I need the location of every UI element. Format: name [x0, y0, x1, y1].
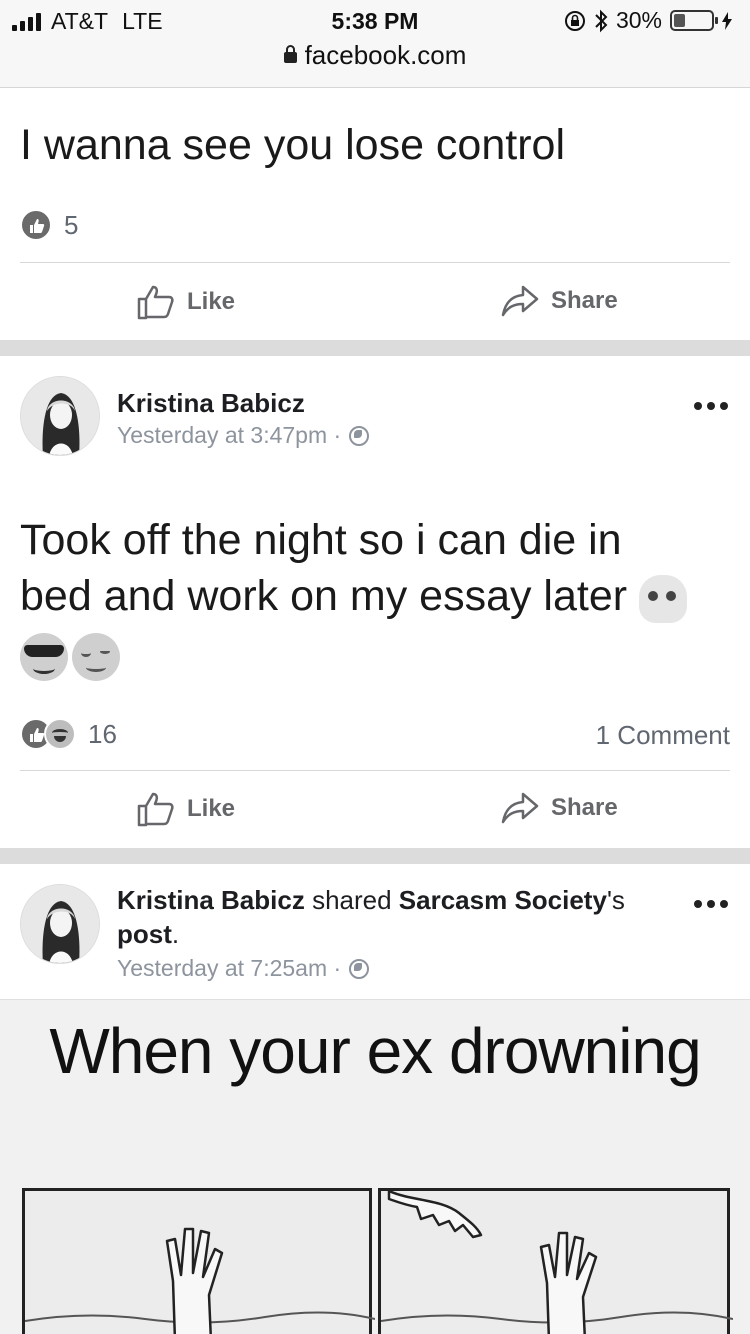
post-text: Took off the night so i can die in bed a… [0, 512, 711, 682]
reaction-count: 5 [64, 209, 79, 240]
feed-separator [0, 848, 750, 864]
more-options-button[interactable] [694, 900, 728, 908]
shared-image[interactable]: When your ex drowning [0, 999, 750, 1334]
post-top: I wanna see you lose control 5 Like Shar… [0, 89, 750, 339]
post-timestamp[interactable]: Yesterday at 3:47pm · [117, 422, 370, 449]
post-text-line1: Took off the night so i can die in [20, 516, 622, 564]
rotation-lock-icon [564, 10, 585, 31]
like-icon [137, 792, 174, 827]
possessive: 's [606, 885, 625, 915]
battery-fill [674, 14, 685, 27]
divider [20, 770, 730, 771]
like-reaction-icon [20, 209, 52, 241]
haha-icon [44, 718, 76, 750]
share-icon [501, 792, 539, 824]
skull-emoji [639, 574, 688, 623]
globe-icon [349, 958, 370, 979]
globe-icon [349, 425, 370, 446]
sunglasses-emoji [20, 632, 68, 681]
feed-separator [0, 340, 750, 356]
post-header-text: Kristina Babicz shared Sarcasm Society's… [117, 883, 677, 951]
share-icon [501, 285, 539, 317]
meme-panel-left [22, 1188, 376, 1334]
reactions-summary[interactable]: 5 [20, 209, 78, 241]
more-icon [694, 900, 702, 908]
reactions-summary[interactable]: 16 [20, 718, 117, 750]
share-button[interactable]: Share [501, 284, 618, 318]
share-button[interactable]: Share [501, 791, 618, 825]
bluetooth-icon [595, 9, 608, 32]
like-label: Like [187, 795, 236, 822]
address-bar[interactable]: facebook.com [0, 40, 750, 71]
more-options-button[interactable] [694, 402, 728, 410]
meme-panel-right [378, 1188, 734, 1334]
shared-word: shared [312, 885, 392, 915]
lock-icon [283, 45, 297, 63]
avatar[interactable] [20, 376, 100, 456]
like-button[interactable]: Like [137, 284, 235, 320]
battery-percent: 30% [615, 7, 662, 33]
post-text: I wanna see you lose control [20, 121, 565, 169]
period: . [171, 919, 180, 949]
page-name[interactable]: Sarcasm Society [399, 885, 607, 915]
status-right: 30% [564, 7, 732, 34]
post-kristina-1: Kristina Babicz Yesterday at 3:47pm · To… [0, 356, 750, 848]
relieved-emoji [72, 632, 120, 681]
post-text-line2: bed and work on my essay later [20, 572, 628, 620]
url-text: facebook.com [304, 40, 467, 70]
timestamp-text: Yesterday at 7:25am · [117, 955, 342, 981]
reaction-count: 16 [88, 718, 117, 749]
author-name[interactable]: Kristina Babicz [117, 885, 305, 915]
timestamp-text: Yesterday at 3:47pm · [117, 422, 342, 448]
meme-caption: When your ex drowning [49, 1015, 701, 1087]
charging-icon [722, 11, 732, 30]
like-icon [137, 285, 174, 320]
more-icon [694, 402, 702, 410]
comments-link[interactable]: 1 Comment [596, 720, 730, 751]
like-button[interactable]: Like [137, 791, 235, 827]
battery-icon [670, 10, 718, 31]
share-label: Share [551, 287, 618, 314]
post-link[interactable]: post [117, 919, 172, 949]
like-label: Like [187, 288, 236, 315]
divider [20, 262, 730, 263]
author-name[interactable]: Kristina Babicz [117, 386, 305, 420]
post-timestamp[interactable]: Yesterday at 7:25am · [117, 955, 370, 982]
status-bar: AT&T LTE 5:38 PM 30% facebook.com [0, 0, 750, 88]
share-label: Share [551, 794, 618, 821]
avatar[interactable] [20, 884, 100, 964]
